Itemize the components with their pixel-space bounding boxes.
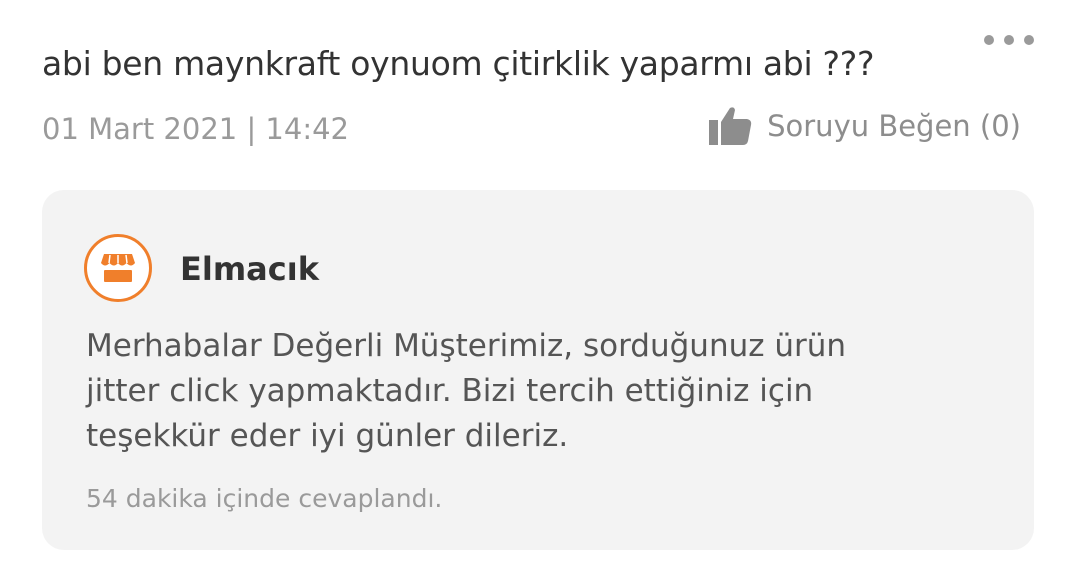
like-question-label: Soruyu Beğen (0) [767,109,1021,143]
answer-body: Merhabalar Değerli Müşterimiz, sorduğunu… [86,324,986,459]
more-dot [1004,35,1014,45]
question-date: 01 Mart 2021 | 14:42 [42,112,350,146]
like-question-button[interactable]: Soruyu Beğen (0) [709,106,1021,146]
question-text: abi ben maynkraft oynuom çitirklik yapar… [42,44,875,83]
more-dot [984,35,994,45]
more-options-icon[interactable] [984,30,1034,50]
answer-line: Merhabalar Değerli Müşterimiz, sorduğunu… [86,328,847,364]
store-icon [101,254,135,282]
thumbs-up-icon [709,107,752,145]
answer-line: teşekkür eder iyi günler dileriz. [86,418,569,454]
answer-line: jitter click yapmaktadır. Bizi tercih et… [86,373,814,409]
seller-name: Elmacık [180,250,319,288]
answer-time: 54 dakika içinde cevaplandı. [86,484,443,513]
answer-card: Elmacık Merhabalar Değerli Müşterimiz, s… [42,190,1034,550]
seller-avatar [84,234,152,302]
more-dot [1024,35,1034,45]
